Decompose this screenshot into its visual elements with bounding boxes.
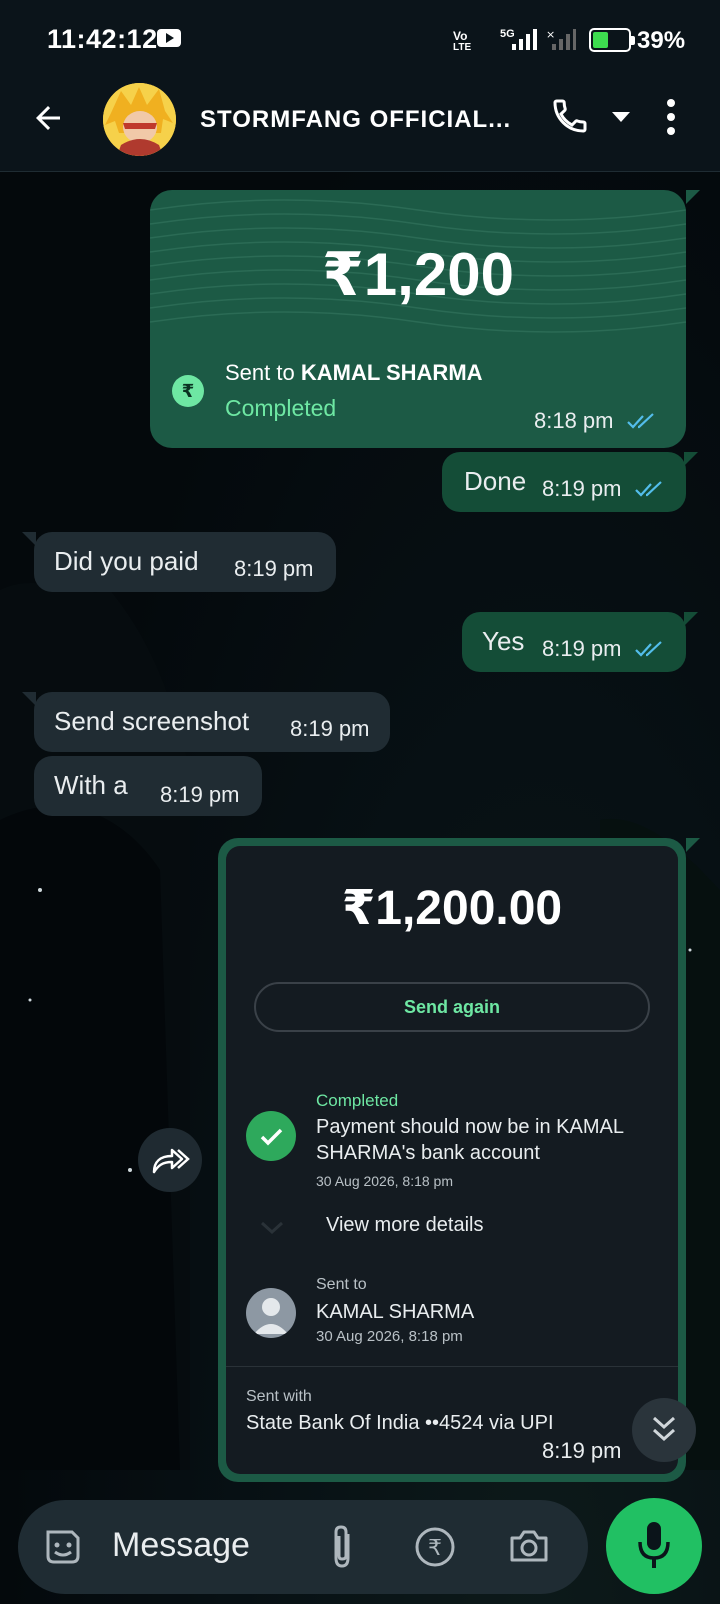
sticker-icon[interactable] (42, 1526, 84, 1568)
message-time: 8:18 pm (534, 408, 658, 434)
time-label: 8:18 pm (534, 408, 614, 433)
signal-2-icon: × (546, 28, 576, 50)
payment-sent-to: Sent to KAMAL SHARMA (225, 360, 483, 386)
time-label: 8:19 pm (542, 476, 622, 501)
chat-title[interactable]: STORMFANG OFFICIAL... (200, 106, 511, 134)
status-line-2: SHARMA's bank account (316, 1142, 540, 1164)
message-time: 8:19 pm (542, 1438, 622, 1463)
message-text: Send screenshot (54, 706, 250, 736)
message-text: Did you paid (54, 546, 199, 576)
sent-to-name: KAMAL SHARMA (316, 1301, 475, 1323)
payment-status: Completed (225, 395, 337, 421)
status-line-1: Payment should now be in KAMAL (316, 1116, 624, 1138)
incoming-message[interactable]: Did you paid 8:19 pm (22, 532, 336, 592)
message-time: 8:19 pm (542, 636, 666, 662)
chat-header: STORMFANG OFFICIAL... (0, 80, 720, 172)
double-check-icon (634, 641, 662, 657)
message-time: 8:19 pm (160, 782, 240, 807)
attach-icon[interactable] (328, 1524, 358, 1570)
forward-icon (152, 1148, 190, 1174)
sent-to-label: Sent to (316, 1276, 367, 1293)
sent-to-date: 30 Aug 2026, 8:18 pm (316, 1328, 463, 1345)
rupee-icon: ₹ (172, 375, 204, 407)
bubble-tail (686, 838, 700, 852)
battery-icon (589, 28, 635, 52)
phone-icon[interactable] (550, 96, 590, 136)
payment-screenshot[interactable]: ₹1,200.00 Send again Completed Payment s… (226, 846, 678, 1474)
message-time: 8:19 pm (542, 476, 666, 502)
time-label: 8:19 pm (542, 636, 622, 661)
screenshot-amount: ₹1,200.00 (341, 882, 563, 935)
camera-icon[interactable] (508, 1528, 550, 1564)
status-bar: 11:42:12 Vo LTE 5G × 39% (0, 0, 720, 80)
message-composer: Message ₹ (18, 1500, 588, 1594)
status-date: 30 Aug 2026, 8:18 pm (316, 1173, 453, 1189)
image-message[interactable]: ₹1,200.00 Send again Completed Payment s… (218, 838, 686, 1482)
volte-label-2: LTE (453, 42, 472, 53)
outgoing-message[interactable]: Done 8:19 pm (442, 452, 698, 512)
svg-text:₹: ₹ (428, 1536, 442, 1561)
sent-with-label: Sent with (246, 1388, 312, 1405)
divider (226, 1366, 678, 1367)
view-more-details: View more details (326, 1214, 484, 1236)
message-time: 8:19 pm (234, 556, 314, 581)
sent-with-value: State Bank Of India ••4524 via UPI (246, 1412, 554, 1434)
payment-recipient: KAMAL SHARMA (300, 360, 483, 385)
scroll-to-bottom-button[interactable] (632, 1398, 696, 1462)
volte-label: Vo (453, 29, 468, 43)
screenshot-status: Completed (316, 1091, 399, 1110)
rupee-icon[interactable]: ₹ (414, 1526, 456, 1568)
message-text: With a (54, 770, 128, 800)
double-check-icon (634, 481, 662, 497)
message-text: Done (464, 466, 527, 496)
double-chevron-down-icon (652, 1416, 676, 1442)
more-vert-icon[interactable] (666, 98, 676, 136)
check-circle-icon (246, 1111, 296, 1161)
mic-icon (638, 1522, 670, 1568)
battery-percent: 39% (637, 27, 686, 54)
svg-text:×: × (546, 28, 555, 41)
incoming-message[interactable]: With a 8:19 pm (34, 756, 262, 816)
status-time: 11:42:12 (47, 24, 158, 54)
message-input[interactable]: Message (112, 1526, 250, 1565)
chevron-down-icon (260, 1221, 284, 1235)
bubble-tail (686, 190, 700, 204)
message-time: 8:19 pm (290, 716, 370, 741)
person-avatar-icon (246, 1288, 296, 1338)
outgoing-message[interactable]: Yes 8:19 pm (462, 612, 698, 672)
call-dropdown-icon[interactable] (612, 112, 630, 124)
payment-card[interactable]: ₹1,200 ₹ Sent to KAMAL SHARMA Completed … (150, 190, 686, 448)
avatar[interactable] (103, 83, 176, 156)
forward-button[interactable] (138, 1128, 202, 1192)
arrow-left-icon[interactable] (30, 100, 66, 136)
mic-button[interactable] (606, 1498, 702, 1594)
signal-icon (512, 29, 537, 50)
double-check-icon (626, 413, 654, 429)
send-again-button: Send again (254, 982, 650, 1032)
payment-amount: ₹1,200 (322, 241, 514, 308)
incoming-message[interactable]: Send screenshot 8:19 pm (22, 692, 390, 752)
youtube-notification-icon (157, 29, 181, 47)
message-text: Yes (482, 626, 525, 656)
sent-to-prefix: Sent to (225, 360, 301, 385)
